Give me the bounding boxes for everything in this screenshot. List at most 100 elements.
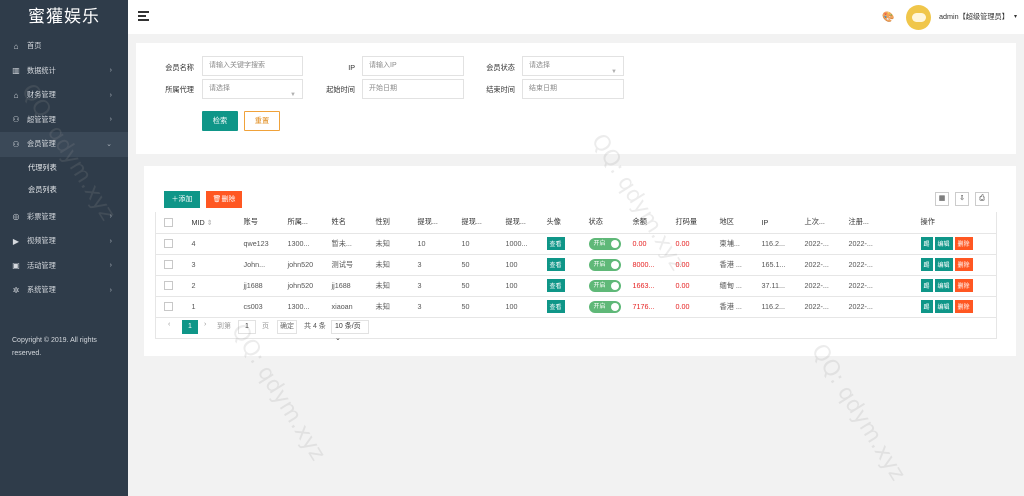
cell-withdraw: 100 (497, 254, 539, 276)
sidebar-item-4[interactable]: ⚇ 会员管理 ⌄ (0, 132, 128, 157)
columns-icon[interactable]: ▦ (935, 192, 949, 206)
search-button[interactable]: 检索 (202, 111, 238, 131)
sidebar-item-3[interactable]: ✲ 系统管理 › (0, 278, 128, 303)
select-all-checkbox[interactable] (155, 212, 184, 234)
delete-button[interactable]: 🗑删除 (206, 191, 242, 208)
caret-down-icon[interactable]: ▾ (1014, 13, 1017, 20)
sidebar-item-1[interactable]: ▥ 数据统计 › (0, 59, 128, 84)
cell-ip: 37.11... (753, 275, 797, 297)
prev-page-icon[interactable]: ‹ (168, 321, 170, 328)
avatar[interactable] (906, 5, 931, 30)
kick-button[interactable]: 踢 (920, 300, 933, 313)
chevron-icon: › (109, 116, 112, 124)
view-avatar-button[interactable]: 查看 (546, 258, 565, 271)
home-icon: ⌂ (13, 41, 19, 51)
cell-mid: 1 (183, 296, 236, 318)
pagination: ‹ 1 › 到第 1 页 确定 共 4 条 10 条/页 ⌄ (155, 317, 997, 342)
row-checkbox[interactable] (155, 233, 184, 255)
cell-status: 开启 (580, 233, 625, 255)
app-logo: 蜜獾娱乐 (28, 7, 100, 26)
sidebar-item-label: 数据统计 (27, 65, 56, 75)
status-toggle[interactable]: 开启 (588, 279, 621, 292)
kick-button[interactable]: 踢 (920, 258, 933, 271)
delete-row-button[interactable]: 删除 (954, 237, 973, 250)
sidebar-item-0[interactable]: ⌂ 首页 (0, 34, 128, 59)
cell-last-login: 2022-... (796, 296, 841, 318)
edit-button[interactable]: 编辑 (934, 279, 953, 292)
cell-gender: 未知 (367, 233, 410, 255)
chevron-icon: › (109, 286, 112, 294)
column-header: 姓名 (323, 212, 368, 234)
next-page-icon[interactable]: › (204, 321, 206, 328)
delete-row-button[interactable]: 删除 (954, 258, 973, 271)
cell-balance: 7176... (624, 296, 668, 318)
print-icon[interactable]: ⎙ (975, 192, 989, 206)
delete-row-button[interactable]: 删除 (954, 300, 973, 313)
sidebar: 蜜獾娱乐 ⌂ 首页 ▥ 数据统计 › ⌂ 财务管理 › ⚇ 超管管理 › ⚇ 会… (0, 0, 128, 496)
row-checkbox[interactable] (155, 254, 184, 276)
page-current[interactable]: 1 (182, 320, 198, 334)
view-avatar-button[interactable]: 查看 (546, 237, 565, 250)
palette-icon[interactable]: 🎨 (882, 12, 894, 23)
settings-icon: ✲ (12, 285, 20, 295)
sidebar-item-label: 会员管理 (27, 139, 56, 149)
sidebar-subitem-agent-list[interactable]: 代理列表 (0, 157, 128, 179)
kick-button[interactable]: 踢 (920, 237, 933, 250)
export-icon[interactable]: ⇩ (955, 192, 969, 206)
cell-actions: 踢编辑 删除 (912, 296, 997, 318)
view-avatar-button[interactable]: 查看 (546, 279, 565, 292)
sort-icon[interactable]: ⇕ (207, 218, 213, 227)
sidebar-subitem-member-list[interactable]: 会员列表 (0, 179, 128, 201)
status-toggle[interactable]: 开启 (588, 258, 621, 271)
reset-button[interactable]: 重置 (244, 111, 280, 131)
add-button[interactable]: ＋添加 (164, 191, 200, 208)
cell-bet: 0.00 (667, 296, 712, 318)
page-input[interactable]: 1 (238, 320, 256, 334)
status-select[interactable]: 请选择 ▼ (522, 56, 624, 76)
cell-name: jj1688 (323, 275, 368, 297)
sidebar-item-0[interactable]: ◎ 彩票管理 › (0, 205, 128, 230)
end-time-label: 结束时间 (486, 85, 515, 94)
kick-button[interactable]: 踢 (920, 279, 933, 292)
sidebar-item-2[interactable]: ▣ 活动管理 › (0, 254, 128, 279)
delete-row-button[interactable]: 删除 (954, 279, 973, 292)
column-header: 提现... (453, 212, 498, 234)
column-header: 提现... (409, 212, 454, 234)
edit-button[interactable]: 编辑 (934, 258, 953, 271)
cell-agent: john520 (279, 275, 324, 297)
agent-label: 所属代理 (165, 85, 194, 94)
menu-toggle-icon[interactable] (138, 11, 149, 23)
sidebar-item-3[interactable]: ⚇ 超管管理 › (0, 108, 128, 133)
gamepad-icon: ◎ (12, 212, 20, 222)
edit-button[interactable]: 编辑 (934, 237, 953, 250)
start-time-label: 起始时间 (326, 85, 355, 94)
cell-avatar: 查看 (538, 275, 581, 297)
cell-name: xiaoan (323, 296, 368, 318)
end-date-input[interactable]: 结束日期 (522, 79, 624, 99)
chevron-icon: › (109, 213, 112, 221)
member-name-input[interactable]: 请输入关键字搜索 (202, 56, 303, 76)
cell-agent: 1300... (279, 233, 324, 255)
per-page-select[interactable]: 10 条/页 ⌄ (331, 320, 369, 342)
column-header: 注册... (840, 212, 913, 234)
column-header: IP (753, 212, 797, 234)
sidebar-item-2[interactable]: ⌂ 财务管理 › (0, 83, 128, 108)
chevron-icon: › (109, 237, 112, 245)
view-avatar-button[interactable]: 查看 (546, 300, 565, 313)
table-header-row: MID ⇕ 账号 所属... 姓名 性别 提现... 提现... 提现... 头… (155, 212, 997, 234)
edit-button[interactable]: 编辑 (934, 300, 953, 313)
row-checkbox[interactable] (155, 275, 184, 297)
user-name[interactable]: admin【超级管理员】 (939, 12, 1009, 22)
start-date-input[interactable]: 开始日期 (362, 79, 464, 99)
sidebar-item-1[interactable]: ▶ 视频管理 › (0, 229, 128, 254)
cell-withdraw: 1000... (497, 233, 539, 255)
status-toggle[interactable]: 开启 (588, 300, 621, 313)
status-toggle[interactable]: 开启 (588, 237, 621, 250)
row-checkbox[interactable] (155, 296, 184, 318)
column-header[interactable]: MID ⇕ (183, 212, 236, 234)
page-confirm-button[interactable]: 确定 (277, 320, 297, 334)
agent-select[interactable]: 请选择 ▼ (202, 79, 303, 99)
ip-input[interactable]: 请输入IP (362, 56, 464, 76)
cell-actions: 踢编辑 删除 (912, 254, 997, 276)
cell-withdraw: 100 (497, 296, 539, 318)
